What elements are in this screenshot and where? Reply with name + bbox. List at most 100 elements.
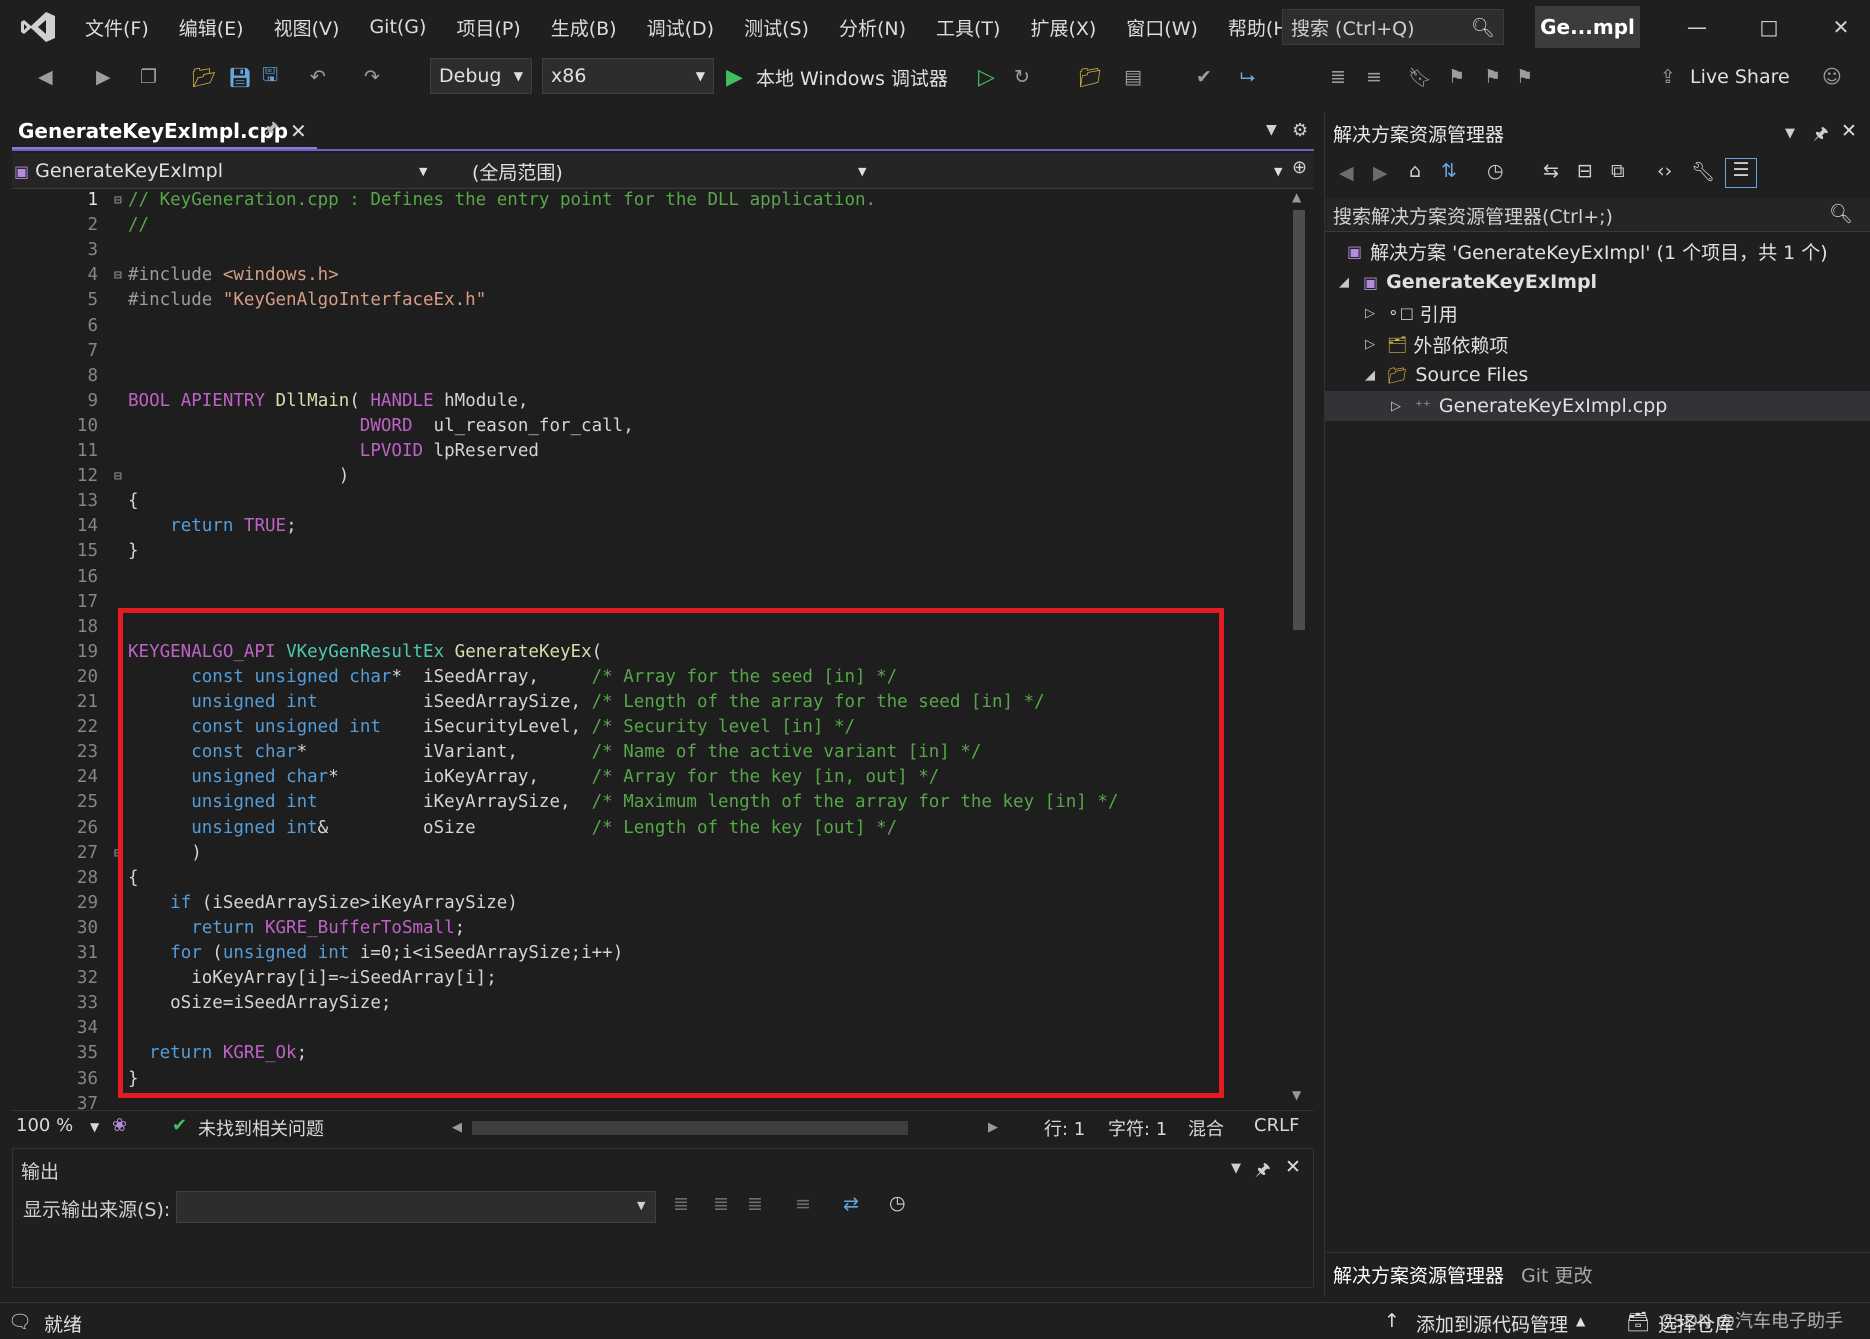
menu-analyze[interactable]: 分析(N) [824,14,921,41]
fold-toggle-icon[interactable]: ⊟ [114,190,122,213]
back-icon[interactable]: ◀︎ [1339,162,1354,184]
scroll-up-icon[interactable]: ▲ [1292,190,1301,204]
next-message-icon[interactable]: ≣ [747,1193,763,1215]
prev-bookmark-icon[interactable]: ⚑ [1448,62,1465,92]
step-icon[interactable]: ⮡ [1240,62,1255,92]
spell-check-icon[interactable]: ✔ [1196,62,1212,92]
tab-list-dropdown-icon[interactable]: ▼ [1266,122,1277,138]
show-all-files-icon[interactable]: ⧉ [1611,160,1625,182]
solution-folder-icon[interactable]: 📁︎ [1078,62,1102,92]
clear-all-icon[interactable]: ≡ [795,1193,811,1215]
configuration-select[interactable]: Debug ▼ [430,58,532,94]
tab-solution-explorer[interactable]: 解决方案资源管理器 [1333,1261,1504,1288]
code-line[interactable]: 11 LPVOID lpReserved [12,439,1284,464]
bookmark-icon[interactable]: 🔖︎ [1408,62,1432,92]
collapsed-arrow-icon[interactable]: ▷ [1387,399,1405,414]
expanded-arrow-icon[interactable]: ◢ [1361,368,1379,383]
eol-indicator[interactable]: CRLF [1254,1115,1299,1136]
run-debugger-button[interactable]: 本地 Windows 调试器 [756,62,948,92]
copilot-icon[interactable]: ❀ [112,1115,127,1136]
solution-name-badge[interactable]: Ge...mpl [1535,6,1640,48]
menu-file[interactable]: 文件(F) [70,14,164,41]
pin-icon[interactable]: 🖈︎ [264,117,279,144]
code-line[interactable]: 4 ⊟ #include <windows.h> [12,263,1284,288]
pin-icon[interactable]: 🖈︎ [1813,121,1829,150]
scope-dropdown[interactable]: (全局范围) ▼ [472,155,874,187]
fold-toggle-icon[interactable]: ⊟ [114,464,122,489]
menu-debug[interactable]: 调试(D) [632,14,729,41]
tree-item-source-files[interactable]: ◢ 📁︎ Source Files [1325,360,1870,390]
line-indicator[interactable]: 行: 1 [1044,1115,1085,1141]
outdent-icon[interactable]: ≡ [1366,62,1382,92]
chevron-down-icon[interactable]: ▼ [1785,126,1795,141]
pin-icon[interactable]: 🖈︎ [1255,1157,1271,1186]
feedback-icon[interactable]: ☺ [1822,62,1842,92]
menu-build[interactable]: 生成(B) [536,14,632,41]
sync-icon[interactable]: ⇆ [1543,160,1559,182]
menu-git[interactable]: Git(G) [354,16,441,38]
encoding-indicator[interactable]: 混合 [1188,1115,1224,1141]
split-view-icon[interactable]: ⊕ [1292,157,1307,178]
maximize-icon[interactable]: □ [1744,8,1794,46]
live-share-button[interactable]: Live Share [1690,62,1790,92]
save-icon[interactable]: 💾︎ [228,62,252,92]
issues-status[interactable]: 未找到相关问题 [198,1115,324,1141]
close-window-icon[interactable]: ✕ [1816,8,1866,46]
chevron-down-icon[interactable]: ▼ [90,1120,99,1134]
share-icon[interactable]: ⇪ [1660,62,1676,92]
code-line[interactable]: 16 [12,565,1284,590]
hot-reload-icon[interactable]: ↻ [1014,62,1030,92]
code-line[interactable]: 7 [12,339,1284,364]
code-line[interactable]: 3 [12,238,1284,263]
code-line[interactable]: 12 ⊟ ) [12,464,1284,489]
code-line[interactable]: 1 ⊟ // KeyGeneration.cpp : Defines the ent… [12,190,1284,213]
tree-item-project[interactable]: ◢ ▣ GenerateKeyExImpl [1325,267,1870,297]
menu-view[interactable]: 视图(V) [259,14,355,41]
scrollbar-thumb[interactable] [1293,210,1305,630]
collapsed-arrow-icon[interactable]: ▷ [1361,337,1379,352]
tree-item-external-dependencies[interactable]: ▷ 🗂︎ 外部依赖项 [1325,329,1870,359]
prev-message-icon[interactable]: ≣ [713,1193,729,1215]
tree-item-selected-cpp-file[interactable]: ▷ ⁺⁺ GenerateKeyExImpl.cpp [1325,391,1870,421]
menu-project[interactable]: 项目(P) [441,14,535,41]
zoom-level[interactable]: 100 % [16,1115,73,1136]
close-panel-icon[interactable]: ✕ [1285,1156,1301,1178]
scroll-left-icon[interactable]: ◀ [452,1120,462,1135]
tree-item-references[interactable]: ▷ ⚬□ 引用 [1325,298,1870,328]
view-code-icon[interactable]: ‹› [1657,160,1672,182]
start-without-debug-icon[interactable]: ▷ [978,62,995,92]
project-dropdown[interactable]: ▣ GenerateKeyExImpl ▼ [14,155,434,187]
code-line[interactable]: 5 #include "KeyGenAlgoInterfaceEx.h" [12,288,1284,313]
tab-git-changes[interactable]: Git 更改 [1521,1261,1593,1288]
collapse-all-icon[interactable]: ⊟ [1577,160,1593,182]
redo-icon[interactable]: ↷ [364,62,380,92]
forward-nav-icon[interactable]: ▶︎ [96,62,111,92]
code-line[interactable]: 10 DWORD ul_reason_for_call, [12,414,1284,439]
output-source-select[interactable]: ▼ [176,1191,656,1223]
code-line[interactable]: 8 [12,364,1284,389]
back-nav-icon[interactable]: ◀︎ [38,62,53,92]
code-line[interactable]: 6 [12,314,1284,339]
code-line[interactable]: 15} [12,539,1284,564]
start-debug-icon[interactable]: ▶ [726,62,743,92]
undo-icon[interactable]: ↶ [310,62,326,92]
menu-extensions[interactable]: 扩展(X) [1015,14,1111,41]
clock-icon[interactable]: ◷ [889,1192,906,1214]
add-source-control-button[interactable]: 添加到源代码管理 [1416,1310,1568,1337]
code-line[interactable]: 2 // [12,213,1284,238]
tab-generatekeyeximpl-cpp[interactable]: GenerateKeyExImpl.cpp 🖈︎ ✕ [12,114,317,150]
global-search-input[interactable]: 搜索 (Ctrl+Q) 🔍︎ [1282,9,1504,45]
close-panel-icon[interactable]: ✕ [1841,120,1857,142]
char-indicator[interactable]: 字符: 1 [1108,1115,1167,1141]
code-line[interactable]: 9 BOOL APIENTRY DllMain( HANDLE hModule, [12,389,1284,414]
vertical-scrollbar[interactable]: ▲ ▼ [1285,190,1313,1110]
close-tab-icon[interactable]: ✕ [290,119,307,143]
solution-explorer-search[interactable]: 搜索解决方案资源管理器(Ctrl+;) 🔍︎ [1325,198,1870,232]
open-folder-icon[interactable]: 📂︎ [192,62,216,92]
find-message-icon[interactable]: ≣ [673,1193,689,1215]
chevron-up-icon[interactable]: ▲ [1576,1314,1585,1328]
home-icon[interactable]: ⌂ [1409,160,1421,182]
word-wrap-icon[interactable]: ⇄ [843,1193,859,1215]
horizontal-scrollbar[interactable] [472,1121,908,1135]
pending-changes-icon[interactable]: ◷ [1487,160,1504,182]
